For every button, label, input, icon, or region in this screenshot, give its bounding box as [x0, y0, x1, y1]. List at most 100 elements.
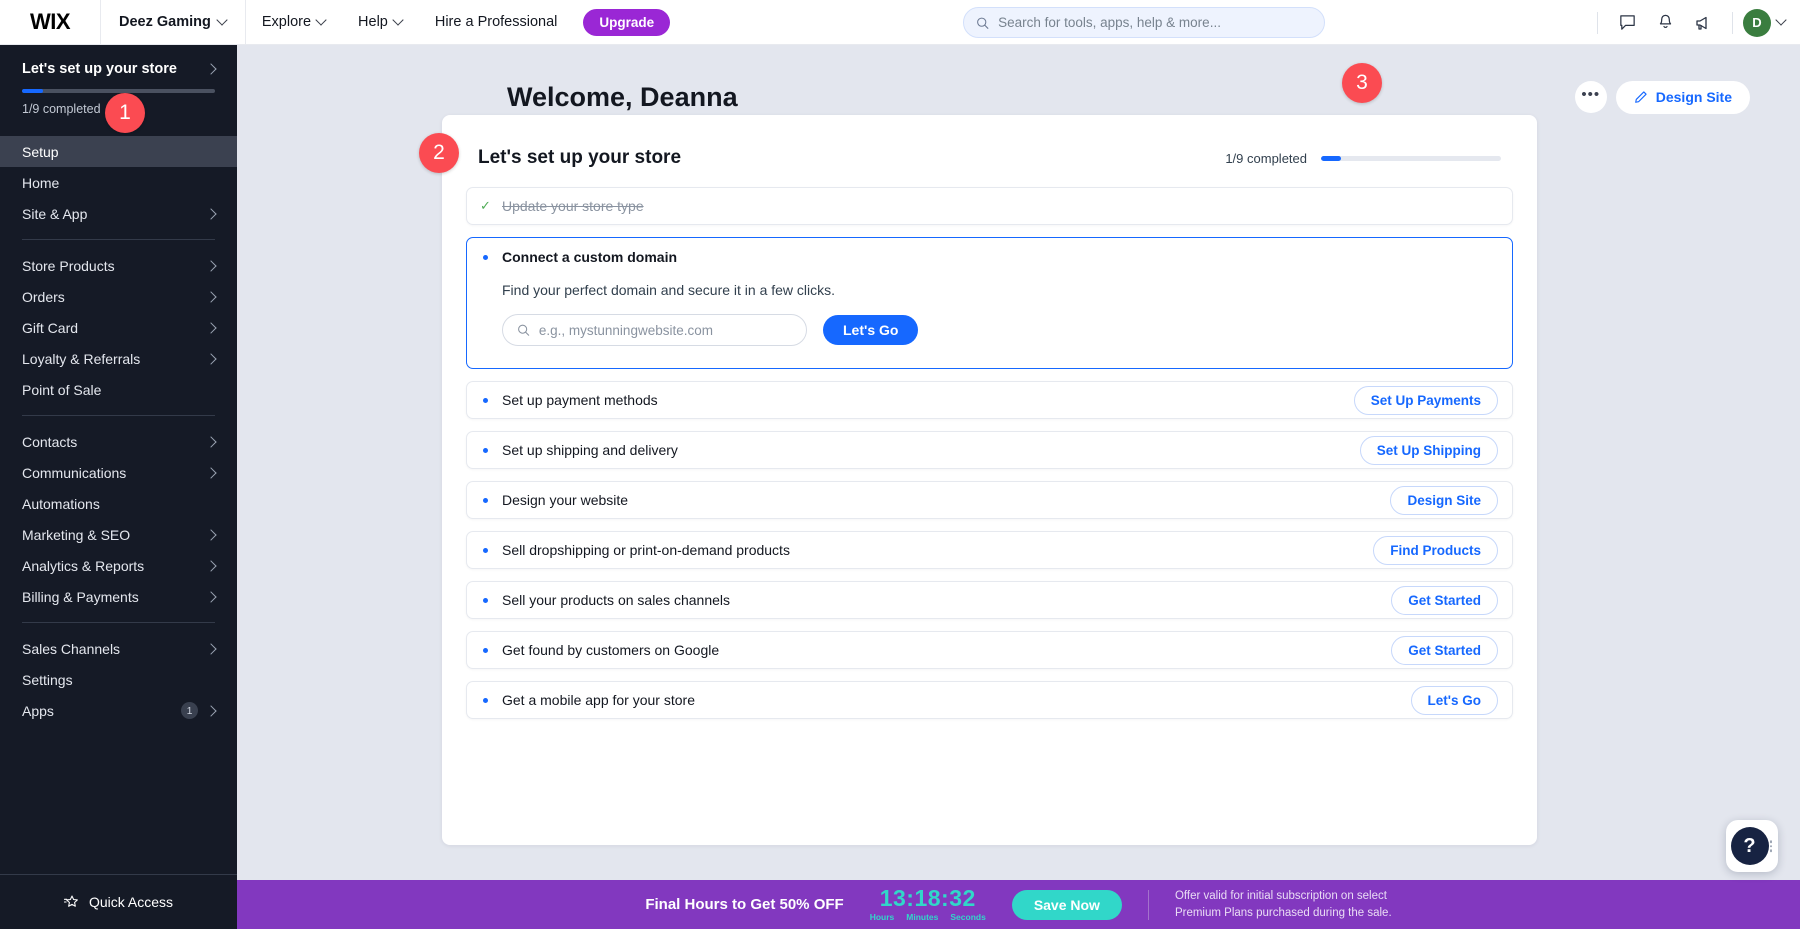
sidebar-item-site-app[interactable]: Site & App: [0, 198, 237, 229]
task-action-find-products[interactable]: Find Products: [1373, 536, 1498, 565]
chat-icon[interactable]: [1608, 0, 1646, 45]
task-action-set-up-shipping[interactable]: Set Up Shipping: [1360, 436, 1498, 465]
task-label: Design your website: [502, 492, 628, 508]
top-bar-right: D: [1587, 0, 1800, 45]
nav-help[interactable]: Help: [342, 0, 419, 45]
megaphone-icon[interactable]: [1684, 0, 1722, 45]
sidebar-divider: [22, 239, 215, 240]
countdown-label-hours: Hours: [870, 912, 895, 922]
sidebar-item-sales-channels[interactable]: Sales Channels: [0, 633, 237, 664]
quick-access-label: Quick Access: [89, 894, 173, 910]
sidebar-item-loyalty-referrals[interactable]: Loyalty & Referrals: [0, 343, 237, 374]
countdown-label-minutes: Minutes: [906, 912, 938, 922]
nav-explore[interactable]: Explore: [246, 0, 342, 45]
task-action-design-site[interactable]: Design Site: [1390, 486, 1498, 515]
task-header[interactable]: Connect a custom domain: [467, 238, 1512, 276]
save-now-button[interactable]: Save Now: [1012, 890, 1122, 920]
quick-access-button[interactable]: Quick Access: [0, 874, 237, 929]
countdown-labels: Hours Minutes Seconds: [870, 912, 986, 922]
sidebar-item-billing-payments[interactable]: Billing & Payments: [0, 581, 237, 612]
sidebar-item-gift-card[interactable]: Gift Card: [0, 312, 237, 343]
sidebar-item-label: Gift Card: [22, 320, 78, 336]
sidebar-item-label: Point of Sale: [22, 382, 101, 398]
sidebar-divider: [22, 415, 215, 416]
task-row-set-up-payment-methods[interactable]: Set up payment methods Set Up Payments: [466, 381, 1513, 419]
sidebar-item-analytics-reports[interactable]: Analytics & Reports: [0, 550, 237, 581]
task-left: Get a mobile app for your store: [483, 692, 695, 708]
bell-icon[interactable]: [1646, 0, 1684, 45]
chevron-down-icon: [218, 16, 227, 25]
sidebar-item-home[interactable]: Home: [0, 167, 237, 198]
task-row-get-found-by-customers-on-google[interactable]: Get found by customers on Google Get Star…: [466, 631, 1513, 669]
chevron-right-icon: [207, 645, 215, 653]
task-left: Sell dropshipping or print-on-demand pro…: [483, 542, 790, 558]
help-menu-dots-icon[interactable]: [1770, 840, 1773, 852]
task-action-get-started[interactable]: Get Started: [1391, 586, 1498, 615]
task-action-let-s-go[interactable]: Let's Go: [1411, 686, 1498, 715]
sidebar-progress-fill: [22, 89, 43, 93]
task-row-get-a-mobile-app-for-your-store[interactable]: Get a mobile app for your store Let's Go: [466, 681, 1513, 719]
sidebar-item-apps[interactable]: Apps1: [0, 695, 237, 726]
task-row-sell-your-products-on-sales-channels[interactable]: Sell your products on sales channelsGet …: [466, 581, 1513, 619]
setup-progress-fill: [1321, 156, 1341, 161]
chevron-right-icon: [207, 438, 215, 446]
task-row-sell-dropshipping-or-print-on-demand-products[interactable]: Sell dropshipping or print-on-demand pro…: [466, 531, 1513, 569]
sidebar-item-label: Automations: [22, 496, 100, 512]
task-left: Set up payment methods: [483, 392, 658, 408]
sidebar-item-communications[interactable]: Communications: [0, 457, 237, 488]
task-row-set-up-shipping-and-delivery[interactable]: Set up shipping and deliverySet Up Shipp…: [466, 431, 1513, 469]
task-label: Update your store type: [502, 198, 644, 214]
promo-fine-line-2: Premium Plans purchased during the sale.: [1175, 905, 1392, 922]
sidebar-item-point-of-sale[interactable]: Point of Sale: [0, 374, 237, 405]
setup-progress-label: 1/9 completed: [1225, 151, 1307, 166]
task-left: Get found by customers on Google: [483, 642, 719, 658]
nav-hire-a-professional[interactable]: Hire a Professional: [419, 0, 574, 45]
sidebar-item-label: Analytics & Reports: [22, 558, 144, 574]
more-options-button[interactable]: •••: [1575, 81, 1607, 113]
sidebar-item-contacts[interactable]: Contacts: [0, 426, 237, 457]
sidebar-item-badge: 1: [181, 702, 198, 719]
sidebar-item-store-products[interactable]: Store Products: [0, 250, 237, 281]
domain-lets-go-button[interactable]: Let's Go: [823, 315, 918, 345]
sidebar-item-orders[interactable]: Orders: [0, 281, 237, 312]
sidebar-item-automations[interactable]: Automations: [0, 488, 237, 519]
sidebar-divider: [22, 622, 215, 623]
sidebar-item-label: Marketing & SEO: [22, 527, 130, 543]
chevron-right-icon: [207, 707, 215, 715]
sidebar: Let's set up your store 1/9 completed Se…: [0, 45, 237, 929]
sidebar-item-marketing-seo[interactable]: Marketing & SEO: [0, 519, 237, 550]
task-action-set-up-payments[interactable]: Set Up Payments: [1354, 386, 1498, 415]
chevron-right-icon: [207, 593, 215, 601]
bullet-icon: [483, 255, 488, 260]
domain-input-wrapper[interactable]: [502, 314, 807, 346]
wix-logo[interactable]: WIX: [0, 9, 100, 35]
sidebar-setup-title: Let's set up your store: [22, 61, 177, 77]
avatar: D: [1743, 9, 1771, 37]
chevron-right-icon: [207, 531, 215, 539]
upgrade-button[interactable]: Upgrade: [583, 9, 670, 36]
task-action-get-started[interactable]: Get Started: [1391, 636, 1498, 665]
promo-fine-line-1: Offer valid for initial subscription on …: [1175, 888, 1392, 905]
countdown-digits: 13:18:32: [870, 887, 986, 910]
sidebar-item-right: 1: [181, 702, 215, 719]
check-icon: ✓: [483, 198, 488, 214]
sidebar-item-settings[interactable]: Settings: [0, 664, 237, 695]
quick-access-icon: [64, 894, 80, 910]
search-box[interactable]: [963, 7, 1325, 38]
account-menu[interactable]: D: [1743, 9, 1800, 37]
help-button[interactable]: ?: [1726, 820, 1778, 872]
search-input[interactable]: [998, 15, 1312, 30]
bullet-icon: [483, 398, 488, 403]
task-row-update-your-store-type[interactable]: ✓ Update your store type: [466, 187, 1513, 225]
bullet-icon: [483, 448, 488, 453]
sidebar-nav: SetupHomeSite & App Store ProductsOrders G…: [0, 130, 237, 874]
setup-card-header: Let's set up your store 1/9 completed: [442, 115, 1537, 187]
sidebar-item-right: [207, 593, 215, 601]
sidebar-setup-link[interactable]: Let's set up your store: [22, 61, 215, 77]
design-site-button[interactable]: Design Site: [1616, 81, 1750, 114]
countdown-timer: 13:18:32 Hours Minutes Seconds: [870, 887, 986, 922]
sidebar-item-setup[interactable]: Setup: [0, 136, 237, 167]
site-selector[interactable]: Deez Gaming: [101, 0, 245, 45]
task-row-design-your-website[interactable]: Design your website Design Site: [466, 481, 1513, 519]
domain-search-input[interactable]: [539, 323, 792, 338]
